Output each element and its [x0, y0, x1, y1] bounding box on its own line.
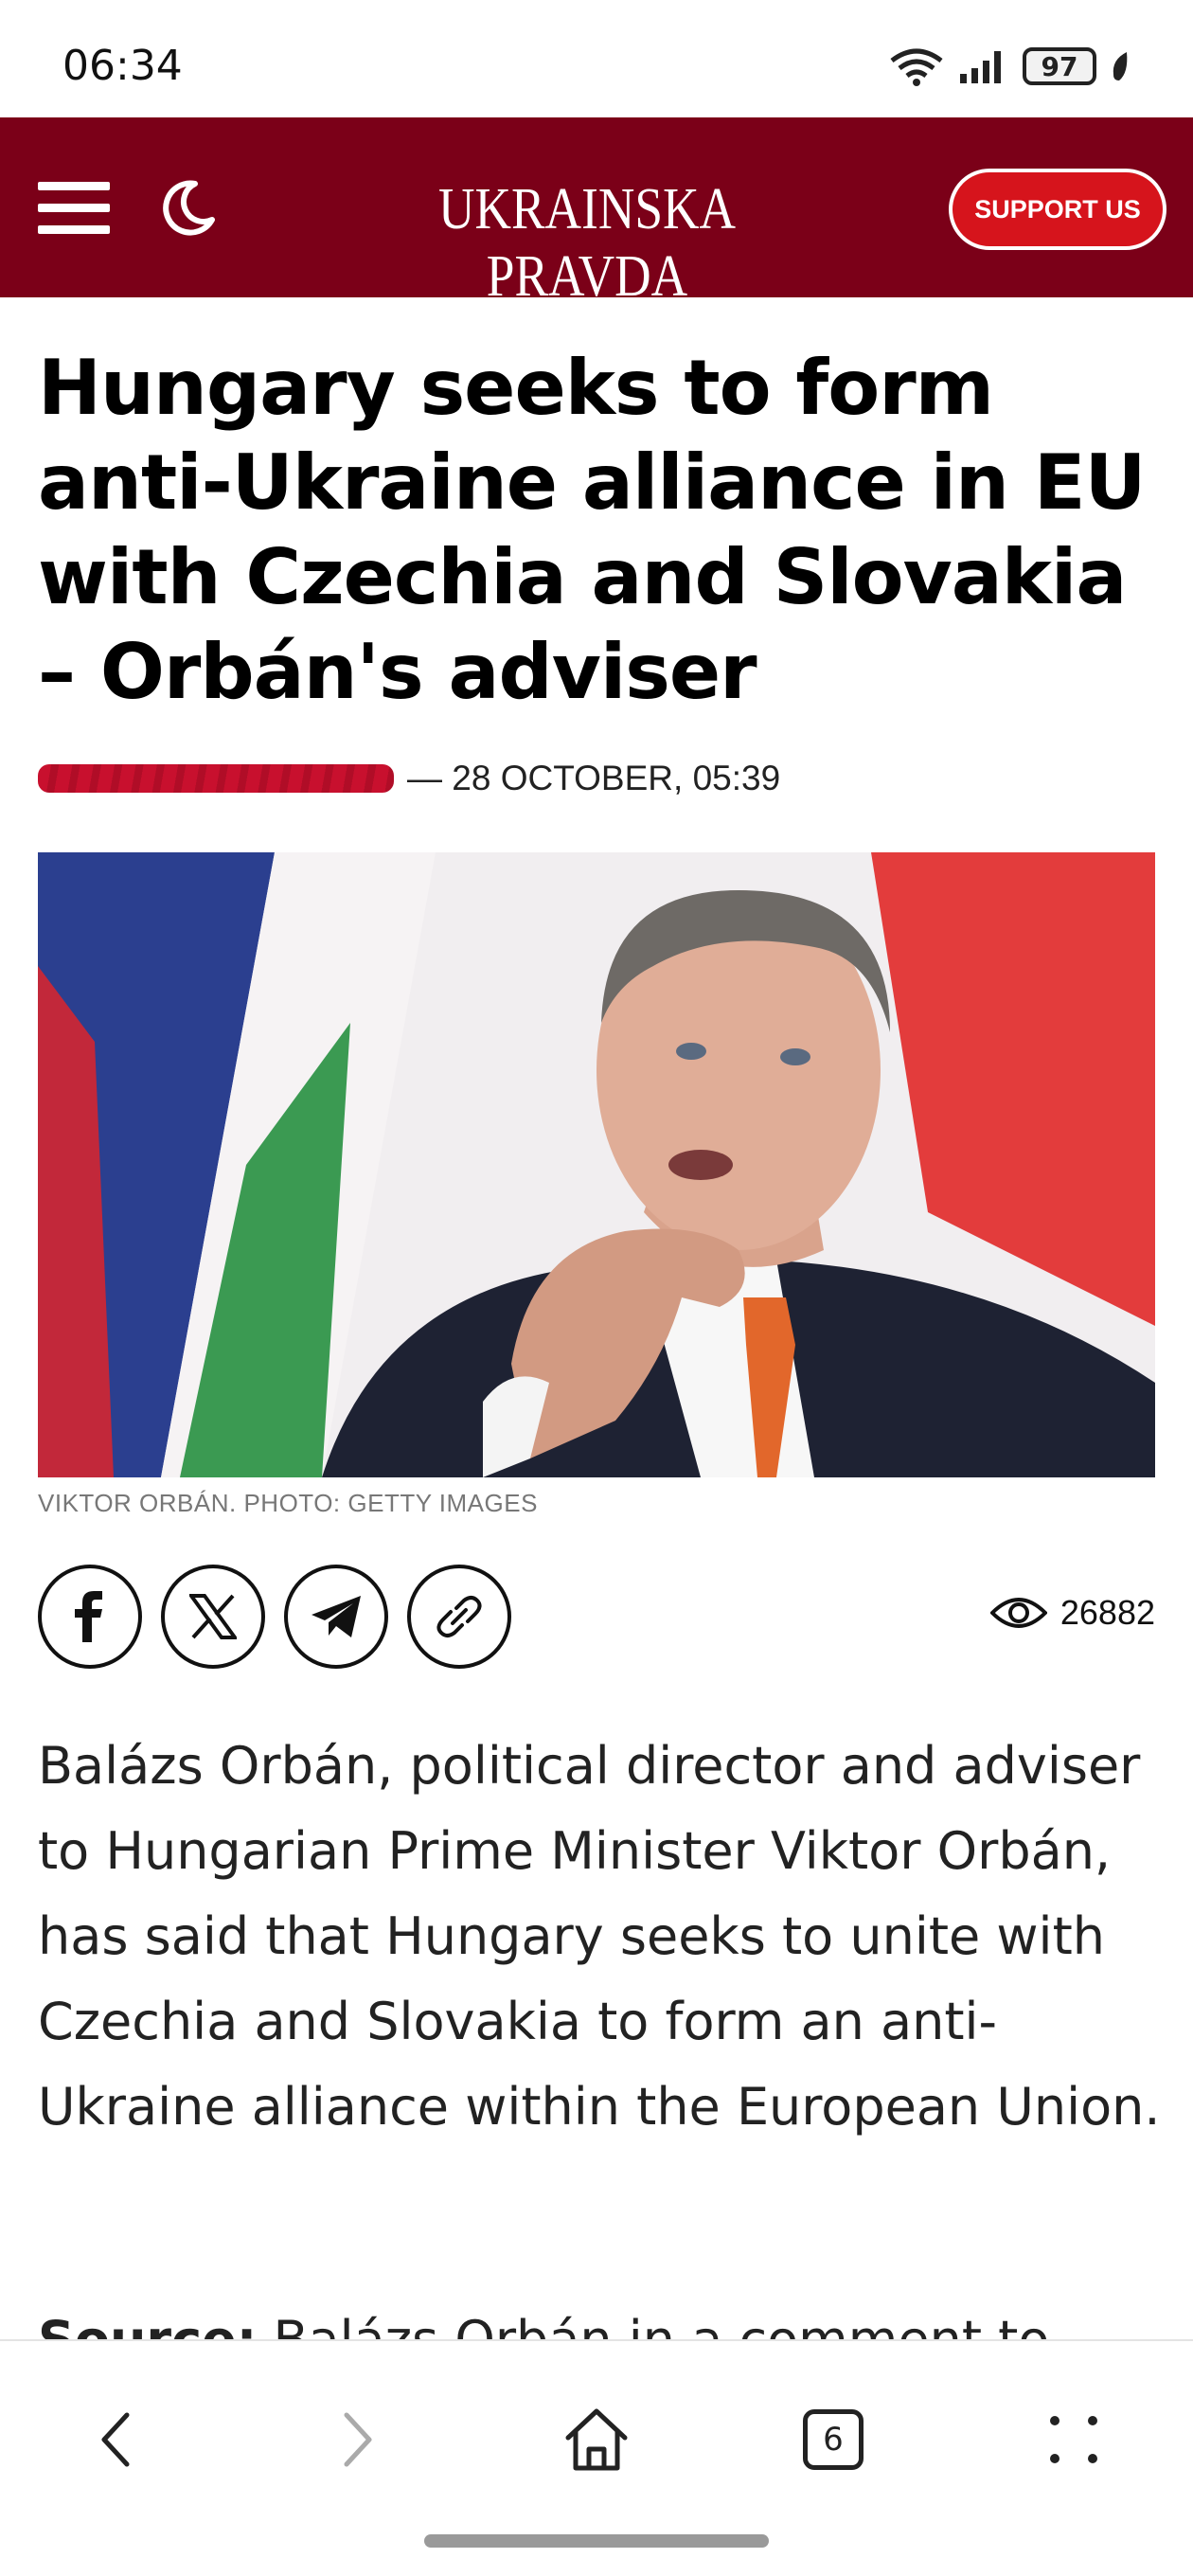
- site-header: UKRAINSKA PRAVDA SUPPORT US: [0, 117, 1193, 309]
- wifi-icon: [890, 48, 943, 86]
- back-button[interactable]: [78, 2402, 153, 2478]
- byline: — 28 OCTOBER, 05:39: [38, 758, 780, 799]
- article-photo[interactable]: [38, 852, 1155, 1477]
- forward-icon: [344, 2412, 372, 2467]
- eye-icon: [989, 1598, 1047, 1628]
- support-us-button[interactable]: SUPPORT US: [949, 169, 1166, 250]
- browser-page: 06:34 97 UKRAINSKA PRAVDA SUPPORT US Hun…: [0, 0, 1193, 2576]
- facebook-icon: [75, 1591, 102, 1642]
- hamburger-menu-icon[interactable]: [38, 182, 110, 234]
- forward-button[interactable]: [320, 2402, 396, 2478]
- share-x-button[interactable]: [161, 1565, 265, 1669]
- site-logo[interactable]: UKRAINSKA PRAVDA: [359, 176, 815, 311]
- source-text: Balázs Orbán in a comment to: [273, 2310, 1049, 2339]
- status-bar: 06:34 97: [0, 0, 1193, 117]
- share-telegram-button[interactable]: [284, 1565, 388, 1669]
- source-label: Source:: [38, 2310, 257, 2339]
- home-icon: [565, 2408, 628, 2471]
- home-button[interactable]: [559, 2402, 634, 2478]
- share-row: 26882: [38, 1565, 1155, 1669]
- back-icon: [101, 2412, 130, 2467]
- tabs-button[interactable]: 6: [795, 2402, 871, 2478]
- tabs-icon: 6: [803, 2409, 864, 2470]
- photo-caption: VIKTOR ORBÁN. PHOTO: GETTY IMAGES: [38, 1489, 538, 1517]
- telegram-icon: [312, 1596, 361, 1637]
- status-icons: 97: [888, 45, 1131, 87]
- copy-link-button[interactable]: [407, 1565, 511, 1669]
- status-time: 06:34: [62, 42, 183, 90]
- views-count-text: 26882: [1059, 1593, 1155, 1632]
- moon-icon[interactable]: [159, 178, 218, 237]
- home-indicator[interactable]: [424, 2534, 769, 2548]
- share-facebook-button[interactable]: [38, 1565, 142, 1669]
- publish-date: — 28 OCTOBER, 05:39: [407, 759, 781, 797]
- x-icon: [189, 1594, 237, 1639]
- more-icon: [1050, 2416, 1097, 2463]
- signal-icon: [960, 51, 1001, 83]
- link-icon: [436, 1596, 482, 1637]
- view-count: 26882: [989, 1593, 1155, 1633]
- leaf-icon: [1113, 52, 1128, 80]
- article-body-paragraph: Balázs Orbán, political director and adv…: [38, 1736, 1161, 2137]
- source-line: Source: Balázs Orbán in a comment to: [38, 2298, 1165, 2339]
- author-name-redacted[interactable]: [38, 764, 394, 793]
- battery-indicator: 97: [1023, 47, 1096, 85]
- article-headline: Hungary seeks to form anti-Ukraine allia…: [38, 344, 1146, 716]
- more-button[interactable]: [1036, 2402, 1112, 2478]
